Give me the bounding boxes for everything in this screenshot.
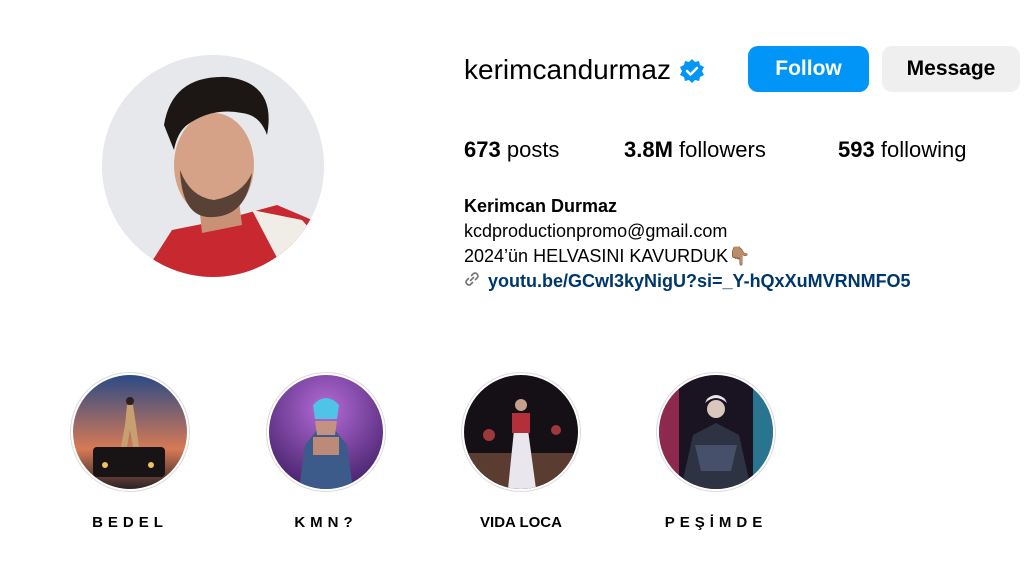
username-text: kerimcandurmaz: [464, 54, 671, 85]
highlight-ring: [461, 372, 581, 492]
bio-line-2: 2024’ün HELVASINI KAVURDUK👇🏽: [464, 244, 911, 269]
follow-button[interactable]: Follow: [748, 46, 869, 92]
message-button[interactable]: Message: [882, 46, 1020, 92]
followers-count: 3.8M: [624, 137, 673, 162]
followers-label: followers: [679, 137, 766, 162]
highlight-item[interactable]: KMN?: [264, 372, 388, 531]
posts-count: 673: [464, 137, 501, 162]
profile-avatar[interactable]: [102, 55, 324, 277]
bio-line-email: kcdproductionpromo@gmail.com: [464, 221, 728, 241]
highlight-item[interactable]: BEDEL: [68, 372, 192, 531]
highlight-label: PEŞİMDE: [664, 514, 768, 531]
highlight-cover-image: [73, 375, 187, 489]
highlight-item[interactable]: PEŞİMDE: [654, 372, 778, 531]
highlight-cover-image: [659, 375, 773, 489]
pointing-down-emoji-icon: 👇🏽: [728, 246, 751, 266]
highlight-ring: [656, 372, 776, 492]
highlight-ring: [266, 372, 386, 492]
highlight-label: BEDEL: [92, 514, 168, 531]
bio-line-2-text: 2024’ün HELVASINI KAVURDUK: [464, 246, 729, 266]
highlight-label: KMN?: [294, 514, 358, 531]
profile-bio: Kerimcan Durmaz kcdproductionpromo@gmail…: [464, 194, 911, 294]
followers-stat[interactable]: 3.8M followers: [624, 136, 766, 164]
posts-label: posts: [506, 137, 560, 162]
following-count: 593: [838, 137, 875, 162]
link-icon: [464, 269, 480, 294]
highlight-cover-image: [269, 375, 383, 489]
highlight-ring: [70, 372, 190, 492]
following-label: following: [880, 137, 967, 162]
profile-header: kerimcandurmaz: [464, 52, 705, 88]
full-name: Kerimcan Durmaz: [464, 196, 618, 216]
posts-stat: 673 posts: [464, 136, 559, 164]
highlight-item[interactable]: VIDA LOCA: [459, 372, 583, 531]
bio-link-text: youtu.be/GCwI3kyNigU?si=_Y-hQxXuMVRNMFO5: [488, 271, 911, 291]
highlight-label: VIDA LOCA: [480, 514, 562, 531]
following-stat[interactable]: 593 following: [838, 136, 966, 164]
verified-badge-icon: [679, 57, 705, 83]
highlight-cover-image: [464, 375, 578, 489]
bio-link[interactable]: youtu.be/GCwI3kyNigU?si=_Y-hQxXuMVRNMFO5: [464, 269, 911, 294]
